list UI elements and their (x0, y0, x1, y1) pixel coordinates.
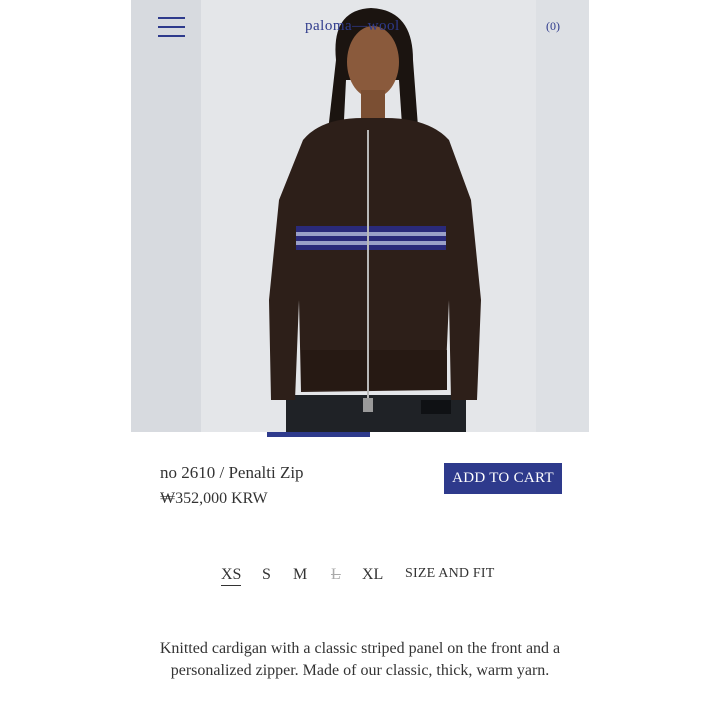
menu-button-overlay[interactable] (158, 17, 186, 39)
size-option-xl[interactable]: XL (362, 566, 383, 584)
product-description: Knitted cardigan with a classic striped … (159, 640, 561, 679)
size-option-m[interactable]: M (293, 566, 307, 584)
brand-logo[interactable]: paloma—wool (305, 18, 400, 35)
cart-count[interactable]: (0) (546, 19, 560, 34)
size-option-s[interactable]: S (262, 566, 271, 584)
product-price: ₩352,000 KRW (160, 490, 268, 507)
size-option-l[interactable]: L (331, 566, 341, 584)
product-image[interactable] (131, 0, 589, 432)
hamburger-icon-line (158, 35, 185, 37)
product-name: no 2610 / Penalti Zip (160, 463, 304, 482)
size-option-xs[interactable]: XS (221, 566, 242, 586)
size-selector: XS S M L XL SIZE AND FIT (0, 566, 720, 590)
hamburger-icon (158, 17, 185, 19)
add-to-cart-button[interactable]: ADD TO CART (444, 463, 562, 494)
product-photo (131, 0, 589, 432)
size-and-fit-link[interactable]: SIZE AND FIT (405, 566, 495, 582)
image-carousel-indicator[interactable] (267, 432, 370, 437)
hamburger-icon-line (158, 26, 185, 28)
